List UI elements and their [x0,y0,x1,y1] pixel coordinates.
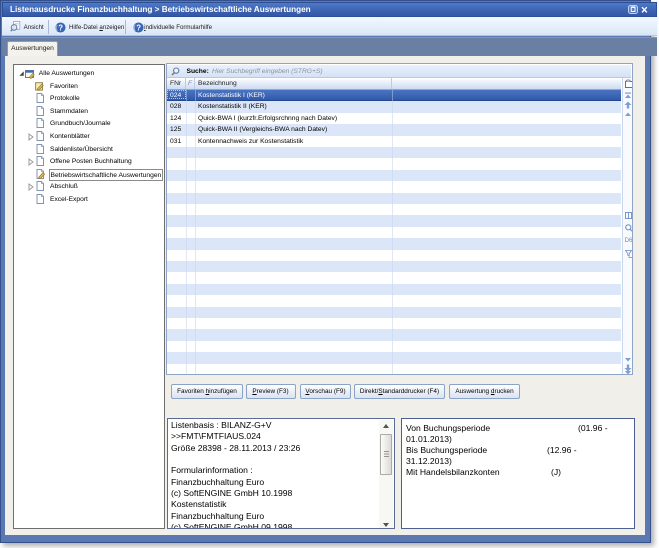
svg-text:?: ? [59,23,64,32]
svg-text:?: ? [136,23,141,32]
